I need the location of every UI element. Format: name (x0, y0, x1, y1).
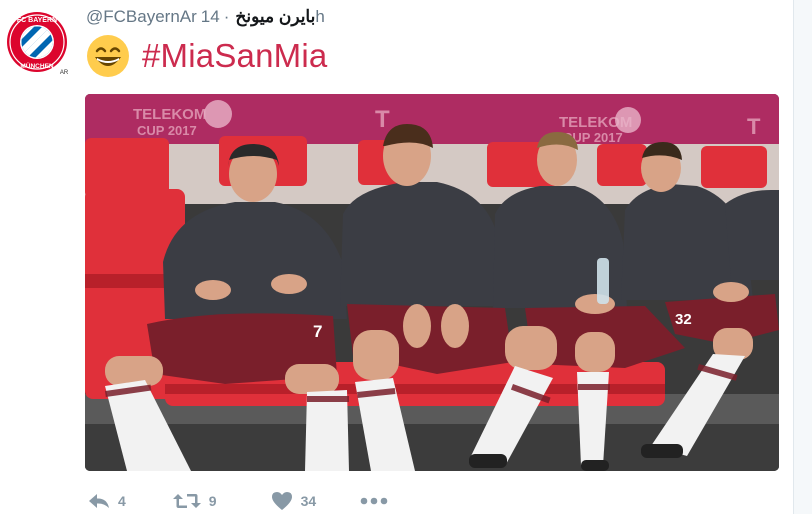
reply-icon (89, 494, 109, 508)
avatar-text-bottom: MÜNCHEN (20, 61, 54, 70)
banner-text-1: TELEKOM (133, 106, 206, 123)
banner-text-2: CUP 2017 (137, 123, 197, 138)
retweet-count: 9 (208, 493, 217, 509)
hashtag-link[interactable]: #MiaSanMia (142, 37, 327, 75)
svg-text:T: T (375, 106, 390, 133)
team-bench-photo-icon: TELEKOM CUP 2017 TELEKOM CUP 2017 T T 7 … (85, 94, 779, 471)
tweet-display-name[interactable]: بايرن ميونخ (235, 7, 315, 26)
tweet-separator: · (223, 7, 230, 26)
avatar[interactable]: FC BAYERN MÜNCHEN AR (6, 10, 69, 76)
retweet-icon (172, 494, 201, 508)
avatar-text: FC BAYERN (17, 17, 57, 24)
more-icon (360, 497, 388, 505)
fcbayern-logo-icon: FC BAYERN MÜNCHEN AR (7, 12, 69, 76)
right-rail (793, 0, 812, 514)
tweet-photo[interactable]: TELEKOM CUP 2017 TELEKOM CUP 2017 T T 7 … (85, 94, 779, 471)
tweet-handle[interactable]: @FCBayernAr (86, 7, 197, 26)
reply-count: 4 (118, 493, 126, 509)
shirt-number-2: 32 (675, 311, 692, 328)
like-count: 34 (300, 493, 317, 509)
svg-text:T: T (747, 114, 761, 139)
heart-icon (271, 492, 292, 510)
retweet-button[interactable]: 9 (172, 492, 217, 510)
more-button[interactable] (360, 497, 388, 505)
tweet-text: #MiaSanMia (86, 32, 327, 80)
tweet-actions: 4 9 34 (86, 488, 388, 514)
shirt-number-1: 7 (313, 322, 322, 341)
avatar-suffix: AR (60, 70, 68, 76)
reply-button[interactable]: 4 (88, 493, 126, 509)
like-button[interactable]: 34 (271, 491, 317, 511)
grinning-face-emoji-icon (87, 35, 129, 77)
tweet-header: @FCBayernAr بايرن ميونخ·14h (86, 7, 325, 29)
